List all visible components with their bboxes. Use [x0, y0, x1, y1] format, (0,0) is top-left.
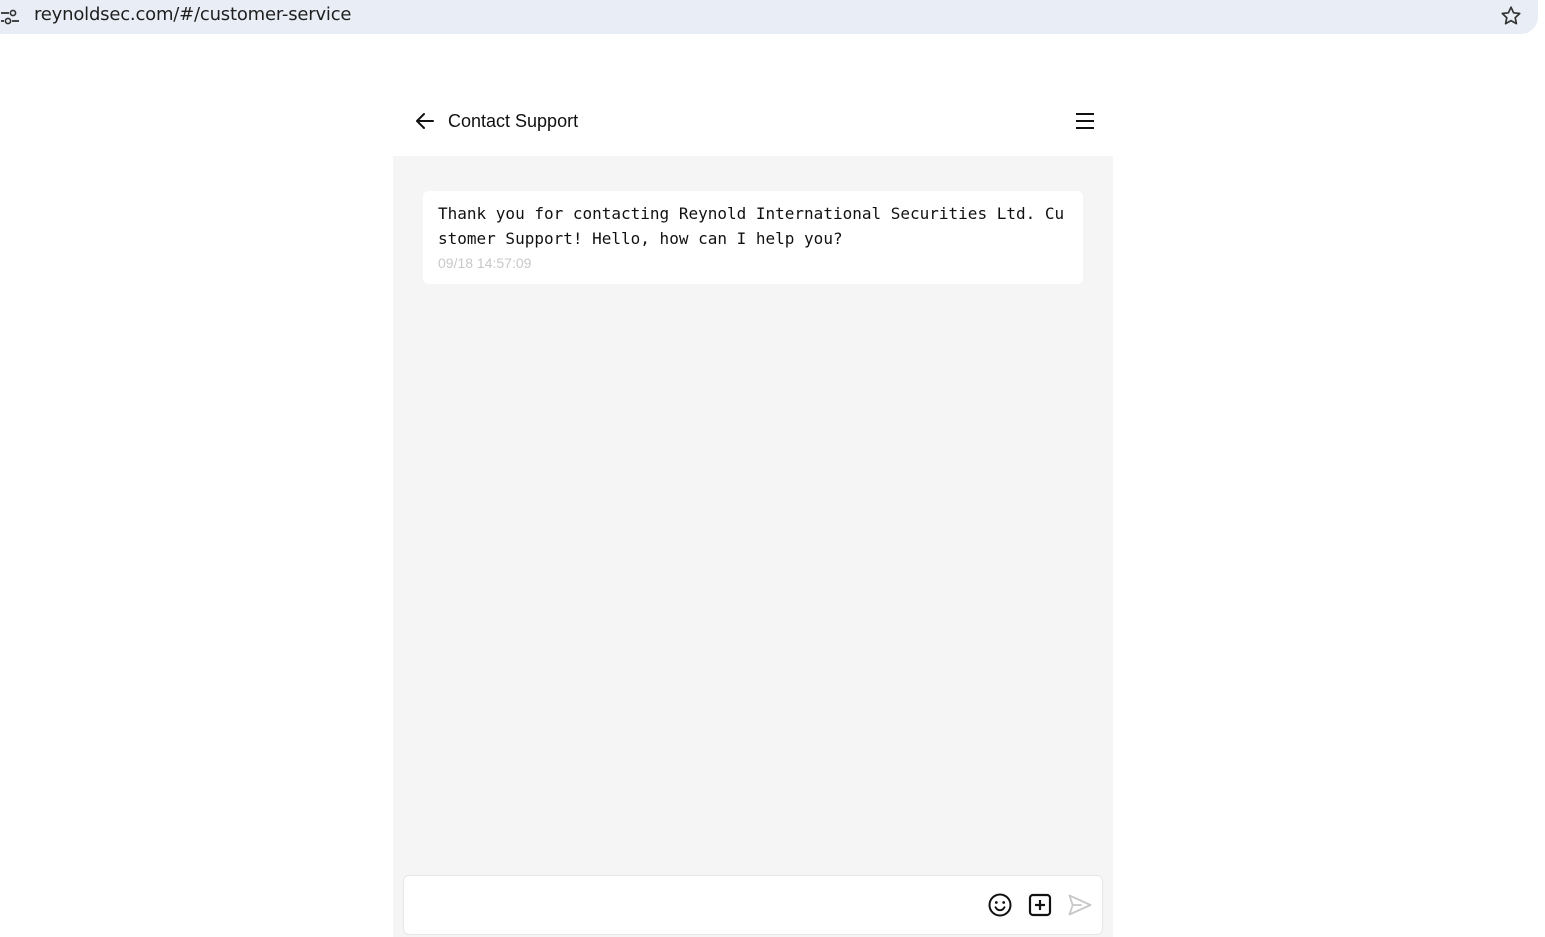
message-text: Thank you for contacting Reynold Interna… — [438, 204, 1065, 248]
message-timestamp: 09/18 14:57:09 — [438, 255, 532, 271]
hamburger-menu-icon[interactable] — [1073, 109, 1097, 133]
send-icon[interactable] — [1067, 892, 1093, 918]
url-text[interactable]: reynoldsec.com/#/customer-service — [34, 4, 351, 26]
chat-header: Contact Support — [393, 86, 1113, 156]
tune-icon[interactable] — [0, 8, 20, 26]
browser-address-bar[interactable]: reynoldsec.com/#/customer-service — [0, 0, 1538, 34]
message-composer — [403, 875, 1103, 935]
message-input[interactable] — [416, 890, 980, 922]
plus-square-icon[interactable] — [1027, 892, 1053, 918]
support-message: Thank you for contacting Reynold Interna… — [423, 191, 1083, 284]
chat-app: Contact Support Thank you for contacting… — [393, 86, 1113, 937]
star-icon[interactable] — [1499, 4, 1523, 28]
smiley-icon[interactable] — [987, 892, 1013, 918]
page-title: Contact Support — [448, 111, 579, 131]
arrow-left-icon[interactable] — [413, 109, 437, 133]
